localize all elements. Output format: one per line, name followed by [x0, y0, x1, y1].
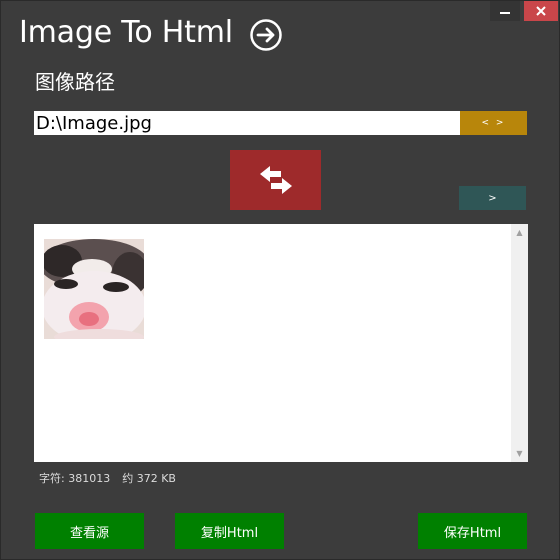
- image-path-input[interactable]: [34, 111, 460, 135]
- close-button[interactable]: [524, 1, 558, 21]
- convert-button[interactable]: [230, 150, 321, 210]
- minimize-icon: [500, 12, 510, 14]
- image-path-label: 图像路径: [35, 70, 115, 94]
- browse-button[interactable]: < >: [460, 111, 527, 135]
- puppy-thumbnail: [44, 239, 144, 339]
- minimize-button[interactable]: [490, 1, 520, 21]
- file-size: 约 372 KB: [122, 472, 176, 485]
- scroll-up-icon[interactable]: ▲: [511, 224, 528, 241]
- vertical-scrollbar[interactable]: ▲ ▼: [511, 224, 528, 462]
- next-button[interactable]: >: [459, 186, 526, 210]
- view-source-button[interactable]: 查看源: [35, 513, 144, 549]
- scroll-down-icon[interactable]: ▼: [511, 445, 528, 462]
- arrow-right-circle-icon[interactable]: [249, 18, 283, 52]
- char-count: 字符: 381013: [39, 472, 111, 485]
- html-preview[interactable]: ▲ ▼: [34, 224, 528, 462]
- swap-arrows-icon: [259, 166, 292, 194]
- copy-html-button[interactable]: 复制Html: [175, 513, 284, 549]
- status-line: 字符: 381013 约 372 KB: [39, 470, 176, 486]
- close-icon: [536, 6, 546, 16]
- app-window: Image To Html 图像路径 < > > ▲ ▼: [0, 0, 560, 560]
- app-title: Image To Html: [19, 15, 233, 50]
- save-html-button[interactable]: 保存Html: [418, 513, 527, 549]
